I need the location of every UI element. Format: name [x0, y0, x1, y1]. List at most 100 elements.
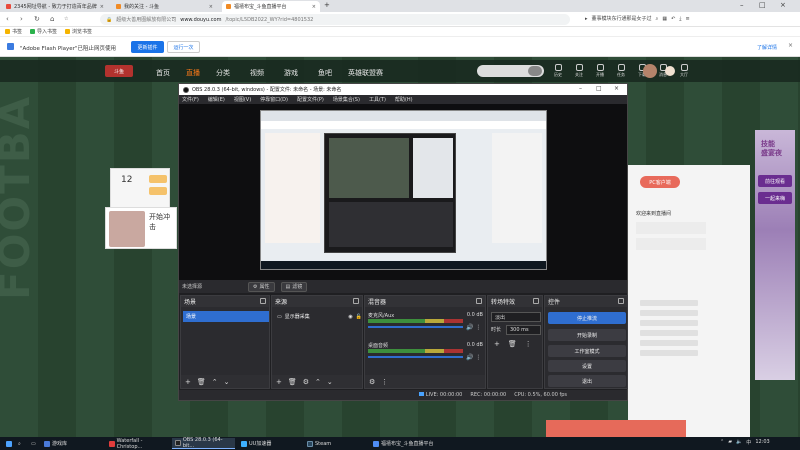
add-icon[interactable]: + [276, 378, 282, 386]
eye-icon[interactable]: ◉ [348, 314, 352, 320]
volume-slider[interactable] [368, 356, 463, 358]
gear-icon[interactable]: ⚙ [369, 378, 375, 386]
minimize-icon[interactable]: – [579, 85, 582, 92]
taskbar-item-steam[interactable]: Steam [304, 438, 364, 449]
taskbar-item-browser[interactable]: 福禧布宝_斗鱼直播平台 [370, 438, 442, 449]
broadcast-icon[interactable]: 开播 [594, 64, 606, 78]
side-ad-button[interactable]: 一起来嗨 [758, 192, 792, 204]
taskbar-item-game-library[interactable]: 游戏库 [41, 438, 103, 449]
streamer-card[interactable]: 开始冲击 [105, 207, 177, 249]
undock-icon[interactable] [260, 298, 266, 304]
tab-2345[interactable]: 2345网址导航 - 致力于打造百年品牌 × [2, 1, 107, 12]
duration-input[interactable]: 300 ms [506, 325, 541, 335]
menu-icon[interactable]: ≡ [686, 16, 690, 22]
bookmark-item[interactable]: 书签 [5, 28, 22, 35]
close-icon[interactable]: × [209, 4, 213, 10]
douyu-search-input[interactable] [477, 65, 544, 77]
window-close-icon[interactable]: × [614, 85, 619, 92]
add-icon[interactable]: + [494, 340, 500, 348]
menu-docks[interactable]: 停靠窗口(D) [260, 96, 288, 103]
more-icon[interactable]: ⋮ [525, 340, 532, 348]
maximize-icon[interactable]: □ [596, 85, 602, 92]
task-view-icon[interactable]: ▭ [28, 438, 39, 449]
chat-input-bar[interactable] [546, 420, 686, 437]
nav-item-lol[interactable]: 英雄联盟赛 [348, 68, 383, 78]
back-icon[interactable]: ‹ [6, 15, 9, 23]
nav-item-category[interactable]: 分类 [216, 68, 230, 78]
gear-icon[interactable]: ⚙ [303, 378, 309, 386]
side-ad-button[interactable]: 前往观看 [758, 175, 792, 187]
url-input[interactable]: 🔒 超级大善用图解放有限公司 www.douyu.com/topic/L5DB2… [100, 14, 570, 25]
favorite-icon[interactable]: ☆ [64, 16, 68, 22]
obs-preview[interactable] [179, 104, 627, 280]
window-close-icon[interactable]: × [780, 1, 786, 9]
menu-profile[interactable]: 配置文件(P) [297, 96, 324, 103]
hall-icon[interactable]: 大厅 [678, 64, 690, 78]
undock-icon[interactable] [353, 298, 359, 304]
lock-icon[interactable]: 🔓 [356, 314, 362, 320]
speaker-icon[interactable]: 🔊 ⋮ [466, 324, 481, 331]
close-icon[interactable]: × [312, 4, 316, 10]
badge-tag[interactable] [149, 187, 167, 195]
menu-file[interactable]: 文件(F) [182, 96, 199, 103]
transition-select[interactable]: 淡出 [491, 312, 541, 322]
badge-tag[interactable] [149, 175, 167, 183]
side-advertisement[interactable]: 技能 盛宴夜 前往观看 一起来嗨 [755, 130, 795, 380]
search-icon[interactable]: ⌕ [15, 438, 24, 449]
volume-slider[interactable] [368, 326, 463, 328]
chevron-up-icon[interactable]: ⌃ [212, 378, 218, 386]
extensions-icon[interactable]: ▦ [662, 16, 667, 22]
trash-icon[interactable]: 🗑 [197, 378, 206, 386]
menu-help[interactable]: 帮助(H) [395, 96, 413, 103]
menu-tools[interactable]: 工具(T) [369, 96, 386, 103]
avatar-secondary[interactable] [665, 66, 675, 76]
nav-item-yuba[interactable]: 鱼吧 [318, 68, 332, 78]
search-icon[interactable] [528, 66, 542, 76]
tab-following[interactable]: 我的关注 - 斗鱼 × [112, 1, 217, 12]
task-icon[interactable]: 任务 [615, 64, 627, 78]
menu-edit[interactable]: 编辑(E) [208, 96, 225, 103]
avatar[interactable] [643, 64, 657, 78]
history-icon[interactable]: 历史 [552, 64, 564, 78]
learn-more-link[interactable]: 了解详情 [757, 44, 777, 51]
close-icon[interactable]: × [788, 42, 793, 49]
menu-scene-collection[interactable]: 场景集合(S) [333, 96, 360, 103]
update-plugin-button[interactable]: 更新插件 [131, 41, 164, 53]
add-icon[interactable]: + [185, 378, 191, 386]
follow-icon[interactable]: 关注 [573, 64, 585, 78]
tray-up-icon[interactable]: ⌃ [720, 439, 724, 446]
undock-icon[interactable] [533, 298, 539, 304]
search-icon[interactable]: ⌕ [656, 16, 659, 22]
menu-view[interactable]: 视图(V) [234, 96, 251, 103]
exit-button[interactable]: 退出 [548, 375, 626, 387]
filters-button[interactable]: ▤ 滤镜 [280, 281, 308, 292]
source-item[interactable]: ▭ 显示器采集 ◉ 🔓 [274, 311, 362, 322]
scene-item[interactable]: 场景 [183, 311, 269, 322]
chevron-down-icon[interactable]: ⌄ [224, 378, 230, 386]
download-icon[interactable]: ⤓ [679, 16, 681, 22]
reload-icon[interactable]: ↻ [34, 15, 40, 23]
chevron-down-icon[interactable]: ⌄ [327, 378, 333, 386]
taskbar-item-music[interactable]: Waterfall - Christop... [106, 438, 169, 450]
nav-item-games[interactable]: 游戏 [284, 68, 298, 78]
undo-icon[interactable]: ↶ [671, 16, 675, 22]
stop-streaming-button[interactable]: 停止推流 [548, 312, 626, 324]
search-engine-icon[interactable]: ▸ [585, 16, 588, 22]
home-icon[interactable]: ⌂ [50, 15, 54, 23]
start-recording-button[interactable]: 开始录制 [548, 329, 626, 341]
undock-icon[interactable] [618, 298, 624, 304]
bookmark-item[interactable]: 导入书签 [30, 28, 57, 35]
maximize-icon[interactable]: □ [759, 1, 766, 9]
new-tab-icon[interactable]: + [324, 1, 330, 9]
tab-douyu-live[interactable]: 福禧布宝_斗鱼直播平台 × [222, 1, 320, 12]
douyu-logo[interactable]: 斗鱼 [105, 65, 133, 77]
undock-icon[interactable] [476, 298, 482, 304]
trash-icon[interactable]: 🗑 [508, 340, 517, 348]
trash-icon[interactable]: 🗑 [288, 378, 297, 386]
pc-client-badge[interactable]: PC客户端 [640, 176, 680, 188]
run-once-button[interactable]: 运行一次 [167, 41, 200, 53]
clock[interactable]: 12:03 [755, 439, 769, 446]
forward-icon[interactable]: › [20, 15, 23, 23]
studio-mode-button[interactable]: 工作室模式 [548, 345, 626, 357]
bookmark-item[interactable]: 浏览书签 [65, 28, 92, 35]
